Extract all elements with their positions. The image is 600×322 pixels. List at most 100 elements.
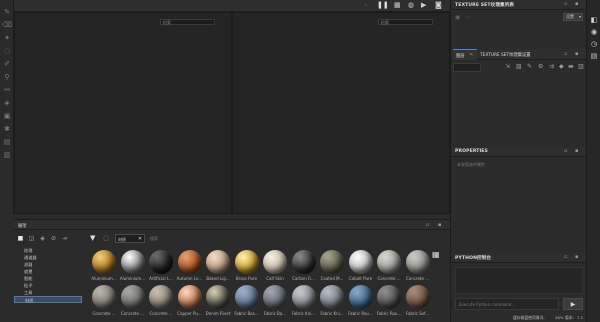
shelf-search-input[interactable]: 搜索 [150,236,158,242]
viewport-2d-search-input[interactable]: 检索 [378,19,433,25]
category-item[interactable]: 粒子 [14,282,82,289]
float-panel-icon[interactable]: ▫ [564,51,567,57]
folder-icon[interactable]: ■ [16,234,25,242]
drop-icon[interactable]: ◦ [364,2,368,9]
eraser-icon[interactable]: ⌫ [0,18,14,31]
category-item[interactable]: 通道器 [14,254,82,261]
screenshot-icon[interactable]: ◙ [435,1,442,9]
add-folder-icon[interactable]: ▬ [568,63,574,70]
add-mask-icon[interactable]: ✎ [527,63,532,70]
geometry-mask-icon[interactable]: ◌ [0,44,14,57]
add-generator-icon[interactable]: ⇉ [549,63,554,70]
material-thumbnail[interactable]: Calf Skin [261,248,289,288]
environment-icon[interactable]: ◍ [408,1,414,9]
filter-icon[interactable]: ▼ [90,234,95,242]
add-fill-effect-icon[interactable]: ◆ [559,63,564,70]
material-thumbnail[interactable]: Fabric Rou... [347,283,375,322]
clone-stamp-icon[interactable]: ⚲ [0,70,14,83]
projection-icon[interactable]: ✦ [0,31,14,44]
bake-icon[interactable]: ▤ [0,135,14,148]
float-panel-icon[interactable]: ▫ [564,1,567,7]
material-thumbnail[interactable]: Fabric Kni... [318,283,346,322]
material-preview-sphere [263,285,287,309]
add-paint-layer-icon[interactable]: ⇲ [505,63,510,70]
tab-texture-set-settings[interactable]: TEXTURE SET纹理集设置 [480,52,531,58]
material-thumbnail[interactable]: Fabric Rou... [375,283,403,322]
float-panel-icon[interactable]: ▫ [426,222,429,228]
material-thumbnail[interactable]: Fabric Bas... [233,283,261,322]
clear-filter-icon[interactable]: ◌ [103,234,109,242]
viewport-3d-search-input[interactable]: 检索 [160,19,215,25]
material-thumbnail[interactable]: Fabric Sof... [404,283,432,322]
float-panel-icon[interactable]: ▫ [564,148,567,154]
display-settings-dock-icon[interactable]: ◉ [587,26,600,38]
material-thumbnail[interactable]: Concrete ... [90,283,118,322]
material-thumbnail[interactable]: Carbon Fi... [290,248,318,288]
material-thumbnail[interactable]: Brass Pure [233,248,261,288]
material-thumbnail[interactable]: Concrete ... [404,248,432,288]
texture-set-settings-dropdown[interactable]: 设置 ▾ [563,13,583,21]
material-thumbnail[interactable]: Fabric Kni... [290,283,318,322]
export-icon[interactable]: ⇥ [60,234,69,242]
log-dock-icon[interactable]: ▤ [587,50,600,62]
close-panel-icon[interactable]: ▪ [575,254,578,260]
python-command-input[interactable]: Execute Python command... [455,298,559,310]
material-name: Concrete ... [92,311,116,316]
category-item[interactable]: 纹理 [14,247,82,254]
close-panel-icon[interactable]: ▪ [575,51,578,57]
3d-viewport[interactable]: 检索 [14,12,232,214]
paint-brush-icon[interactable]: ✎ [0,5,14,18]
add-fill-layer-icon[interactable]: ▨ [516,63,522,70]
remove-tag-icon[interactable]: ✕ [138,236,142,242]
blend-mode-dropdown[interactable] [453,63,481,72]
python-run-button[interactable]: ▶ [563,298,583,310]
material-thumbnail[interactable]: Coated M... [318,248,346,288]
material-picker-icon[interactable]: ✱ [0,122,14,135]
material-thumbnail[interactable]: Aluminium... [119,248,147,288]
category-item[interactable]: 遮罩 [14,268,82,275]
close-panel-icon[interactable]: ▪ [575,1,578,7]
material-thumbnail[interactable]: Fabric Ba... [261,283,289,322]
delete-layer-icon[interactable]: ▥ [578,63,584,70]
category-item[interactable]: 智能 [14,275,82,282]
pause-icon[interactable]: ❚❚ [377,1,389,9]
import-icon[interactable]: ◲ [27,234,36,242]
material-thumbnail[interactable]: Concrete ... [147,283,175,322]
layer-filter-icon[interactable]: ◈ [38,234,47,242]
video-icon[interactable]: ▶ [421,1,426,9]
material-thumbnail[interactable]: Concrete ... [119,283,147,322]
search-tag[interactable]: 材质 ✕ [115,234,145,243]
tab-layers[interactable]: 图层 ✕ [453,49,477,60]
material-thumbnail[interactable]: Copper Pu... [176,283,204,322]
add-effect-icon[interactable]: ⚙ [538,63,543,70]
texture-set-list-dock-icon[interactable]: ◧ [587,14,600,26]
camera-view-icon[interactable]: ▦ [394,1,401,9]
material-thumbnail[interactable]: Baked Lig... [204,248,232,288]
history-dock-icon[interactable]: ◷ [587,38,600,50]
document-icon[interactable]: ▥ [0,148,14,161]
float-panel-icon[interactable]: ▫ [564,254,567,260]
smudge-icon[interactable]: ✐ [0,57,14,70]
material-thumbnail[interactable]: Autumn Le... [176,248,204,288]
close-panel-icon[interactable]: ▪ [438,222,441,228]
color-picker-icon[interactable]: ⚯ [0,83,14,96]
category-item[interactable]: 滤器 [14,261,82,268]
version-value: 7.2 [577,315,584,320]
2d-viewport[interactable]: 检索 [232,12,450,214]
drag-handle-icon[interactable]: ⋯ [465,14,471,21]
material-thumbnail[interactable]: Cobalt Pure [347,248,375,288]
material-preview-sphere [120,250,145,274]
material-thumbnail[interactable]: Concrete ... [375,248,403,288]
material-thumbnail[interactable]: Artificial L... [147,248,175,288]
close-panel-icon[interactable]: ▪ [575,148,578,154]
close-icon[interactable]: ✕ [469,52,473,58]
category-item[interactable]: 工具 [14,289,82,296]
transform-icon[interactable]: ◈ [0,96,14,109]
grid-view-icon[interactable]: ▦ [432,250,440,259]
polygon-fill-icon[interactable]: ▣ [0,109,14,122]
hide-icon[interactable]: ⊘ [49,234,58,242]
visibility-eye-icon[interactable]: ◉ [455,14,460,21]
material-thumbnail[interactable]: Aluminium... [90,248,118,288]
material-thumbnail[interactable]: Denim Rivet [204,283,232,322]
category-item-selected[interactable]: 材质 [14,296,82,303]
